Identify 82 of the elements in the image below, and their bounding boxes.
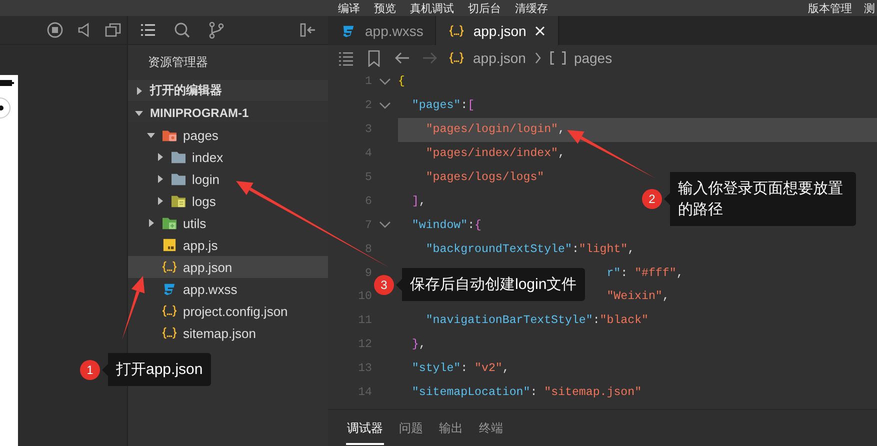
file-name: index (192, 150, 224, 164)
code-line: "navigationBarTextStyle":"black" (424, 314, 648, 328)
braces-icon (161, 326, 178, 340)
file-name: utils (183, 216, 206, 230)
file-tree-item[interactable]: index (128, 146, 328, 168)
braces-icon (161, 260, 178, 274)
fold-caret-icon[interactable] (379, 102, 391, 110)
folder-icon (161, 216, 178, 230)
menu-item[interactable]: 预览 (374, 0, 396, 16)
braces-icon (448, 24, 466, 38)
chevron-right-icon (534, 52, 542, 64)
code-line: "pages/index/index", (424, 147, 565, 160)
folder-icon (170, 150, 187, 164)
braces-icon (161, 304, 178, 318)
code-line: "pages/login/login", (424, 123, 565, 136)
fold-caret-icon[interactable] (379, 78, 391, 86)
file-name: sitemap.json (183, 326, 256, 340)
search-icon[interactable] (172, 20, 192, 40)
code-line: r": "#fff", (606, 266, 684, 280)
brackets-icon (550, 50, 566, 64)
menu-item[interactable]: 清缓存 (515, 0, 548, 16)
code-line: }, (410, 338, 426, 352)
file-tree-item[interactable]: app.json (128, 256, 328, 278)
caret-right-icon[interactable] (155, 196, 165, 206)
code-line: { (398, 75, 405, 88)
menu-item[interactable]: 切后台 (468, 0, 501, 16)
file-name: app.wxss (183, 282, 238, 296)
close-icon[interactable] (534, 24, 546, 36)
file-name: app.js (183, 238, 218, 252)
code-line: "window":{ (410, 218, 482, 232)
editor-tab[interactable]: app.wxss (328, 16, 436, 45)
menu-item[interactable]: 版本管理 (808, 0, 852, 16)
file-name: login (192, 172, 220, 186)
caret-right-icon[interactable] (134, 86, 144, 96)
file-name: pages (183, 128, 218, 142)
code-line: "backgroundTextStyle":"light", (424, 242, 635, 256)
file-tree-item[interactable]: project.config.json (128, 300, 328, 322)
file-name: logs (192, 194, 216, 208)
callout: 保存后自动创建login文件 (396, 268, 585, 301)
file-tree-item[interactable]: sitemap.json (128, 322, 328, 344)
section-title: MINIPROGRAM-1 (150, 106, 249, 120)
file-tree-item[interactable]: pages (128, 124, 328, 146)
menu-item[interactable]: 编译 (338, 0, 360, 16)
menu-item[interactable]: 真机调试 (410, 0, 454, 16)
callout: 输入你登录页面想要放置的路径 (664, 172, 856, 226)
breadcrumb-item[interactable]: app.json (473, 50, 526, 66)
callout: 打开app.json (102, 353, 211, 386)
panel-tab[interactable]: 输出 (438, 412, 464, 444)
panel-tab[interactable]: 调试器 (346, 412, 384, 444)
folder-icon (170, 172, 187, 186)
panel-tab[interactable]: 问题 (398, 412, 424, 444)
folder-icon (170, 194, 187, 208)
section-title: 打开的编辑器 (150, 82, 222, 99)
battery-icon (0, 79, 14, 87)
editor-tab[interactable]: app.json (436, 16, 560, 45)
section-header[interactable]: 打开的编辑器 (128, 80, 328, 101)
file-name: app.json (183, 260, 232, 274)
caret-right-icon[interactable] (155, 174, 165, 184)
panel-tab[interactable]: 终端 (478, 412, 504, 444)
file-tree-item[interactable]: app.js (128, 234, 328, 256)
capsule-button-icon[interactable] (0, 97, 12, 119)
caret-right-icon[interactable] (155, 152, 165, 162)
folder-icon (161, 128, 178, 142)
caret-right-icon[interactable] (146, 218, 156, 228)
code-line: "sitemapLocation": "sitemap.json" (410, 386, 642, 400)
menu-item[interactable]: 测 (864, 0, 875, 16)
caret-down-icon[interactable] (146, 130, 156, 140)
breadcrumb-item[interactable]: pages (574, 50, 612, 66)
panel-title: 资源管理器 (147, 54, 209, 71)
stop-icon[interactable] (44, 20, 64, 40)
braces-icon (448, 50, 465, 64)
code-line: ], (410, 194, 426, 208)
annotation-arrow (122, 276, 145, 340)
code-line: "Weixin", (606, 290, 670, 304)
code-line: "pages/logs/logs" (424, 171, 544, 184)
fold-caret-icon[interactable] (379, 221, 391, 230)
file-tree-item[interactable]: app.wxss (128, 278, 328, 300)
code-line: "pages":[ (410, 99, 475, 112)
code-line: "style": "v2", (410, 362, 510, 376)
js-file-icon (161, 238, 178, 252)
file-name: project.config.json (183, 304, 288, 318)
file-tree-item[interactable]: login (128, 168, 328, 190)
